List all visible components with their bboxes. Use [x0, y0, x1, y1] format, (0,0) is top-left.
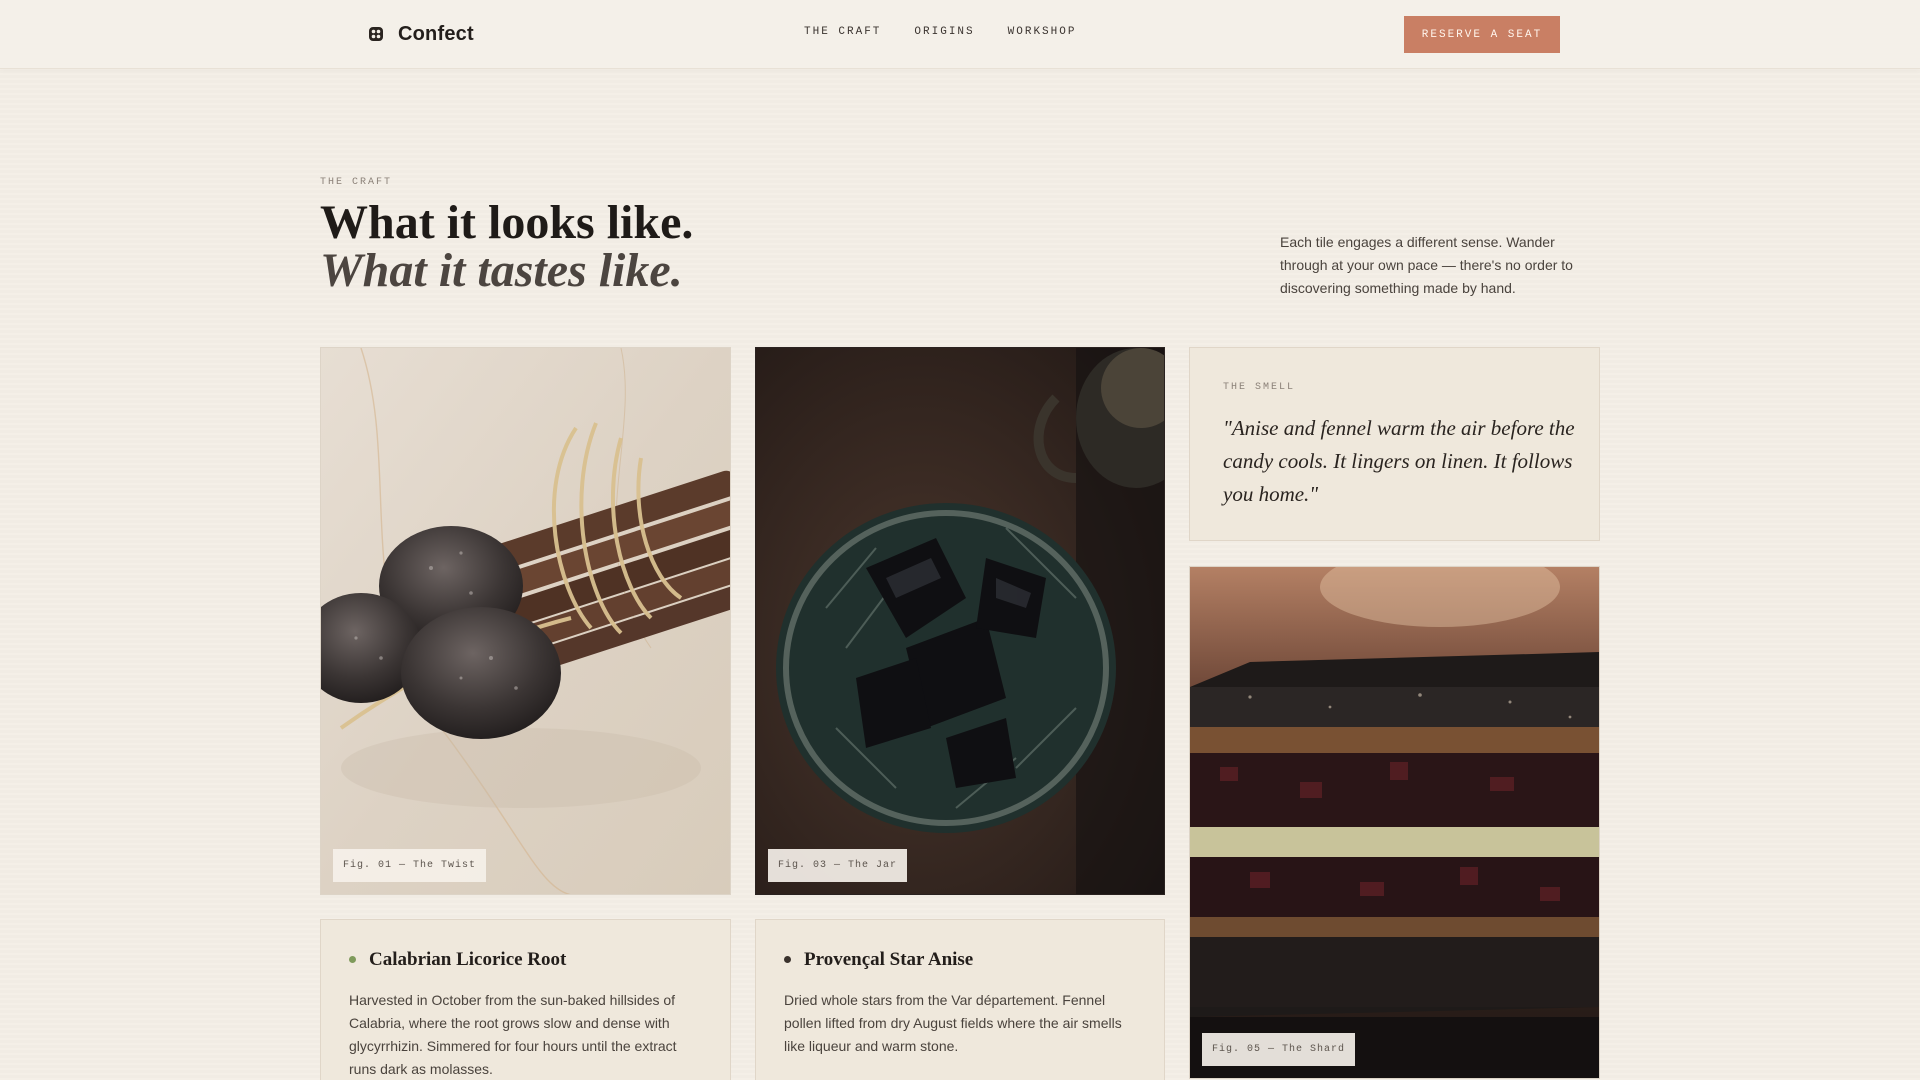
top-navigation-bar: Confect THE CRAFT ORIGINS WORKSHOP RESER…	[0, 0, 1920, 69]
smell-quote-card: THE SMELL "Anise and fennel warm the air…	[1189, 347, 1600, 541]
nav-link-origins[interactable]: ORIGINS	[914, 26, 974, 38]
photo-tile-jar[interactable]: Fig. 03 — The Jar	[755, 347, 1165, 895]
card-eyebrow: THE SMELL	[1223, 382, 1296, 393]
status-dot	[349, 956, 356, 963]
licorice-twist-photo	[321, 348, 730, 894]
nav-link-the-craft[interactable]: THE CRAFT	[804, 26, 881, 38]
anise-jar-photo	[756, 348, 1164, 894]
section-headline: What it looks like. What it tastes like.	[320, 199, 693, 295]
ingredient-card-licorice: Calabrian Licorice Root Harvested in Oct…	[320, 919, 731, 1080]
figure-caption: Fig. 05 — The Shard	[1202, 1033, 1356, 1066]
figure-caption: Fig. 03 — The Jar	[768, 849, 908, 882]
figure-caption: Fig. 01 — The Twist	[333, 849, 487, 882]
ingredient-card-anise: Provençal Star Anise Dried whole stars f…	[755, 919, 1165, 1080]
ingredient-title: Provençal Star Anise	[804, 949, 974, 970]
headline-line-2: What it tastes like.	[320, 244, 683, 297]
section-eyebrow: THE CRAFT	[320, 177, 393, 188]
photo-tile-twist[interactable]: Fig. 01 — The Twist	[320, 347, 731, 895]
section-description: Each tile engages a different sense. Wan…	[1280, 234, 1573, 296]
headline-line-1: What it looks like.	[320, 196, 694, 249]
status-dot	[784, 956, 791, 963]
photo-tile-shard[interactable]: Fig. 05 — The Shard	[1189, 566, 1600, 1079]
smell-quote: "Anise and fennel warm the air before th…	[1223, 416, 1575, 506]
brand-name: Confect	[398, 22, 474, 45]
brand-mark-icon	[369, 27, 383, 41]
ingredient-title: Calabrian Licorice Root	[369, 949, 567, 970]
ingredient-description: Dried whole stars from the Var départeme…	[784, 992, 1122, 1054]
reserve-seat-button[interactable]: RESERVE A SEAT	[1404, 16, 1560, 53]
ingredient-description: Harvested in October from the sun-baked …	[349, 992, 677, 1077]
brand-logo-link[interactable]: Confect	[368, 20, 474, 48]
candy-shard-photo	[1190, 567, 1599, 1078]
nav-link-workshop[interactable]: WORKSHOP	[1008, 26, 1077, 38]
primary-nav: THE CRAFT ORIGINS WORKSHOP	[804, 26, 1076, 38]
